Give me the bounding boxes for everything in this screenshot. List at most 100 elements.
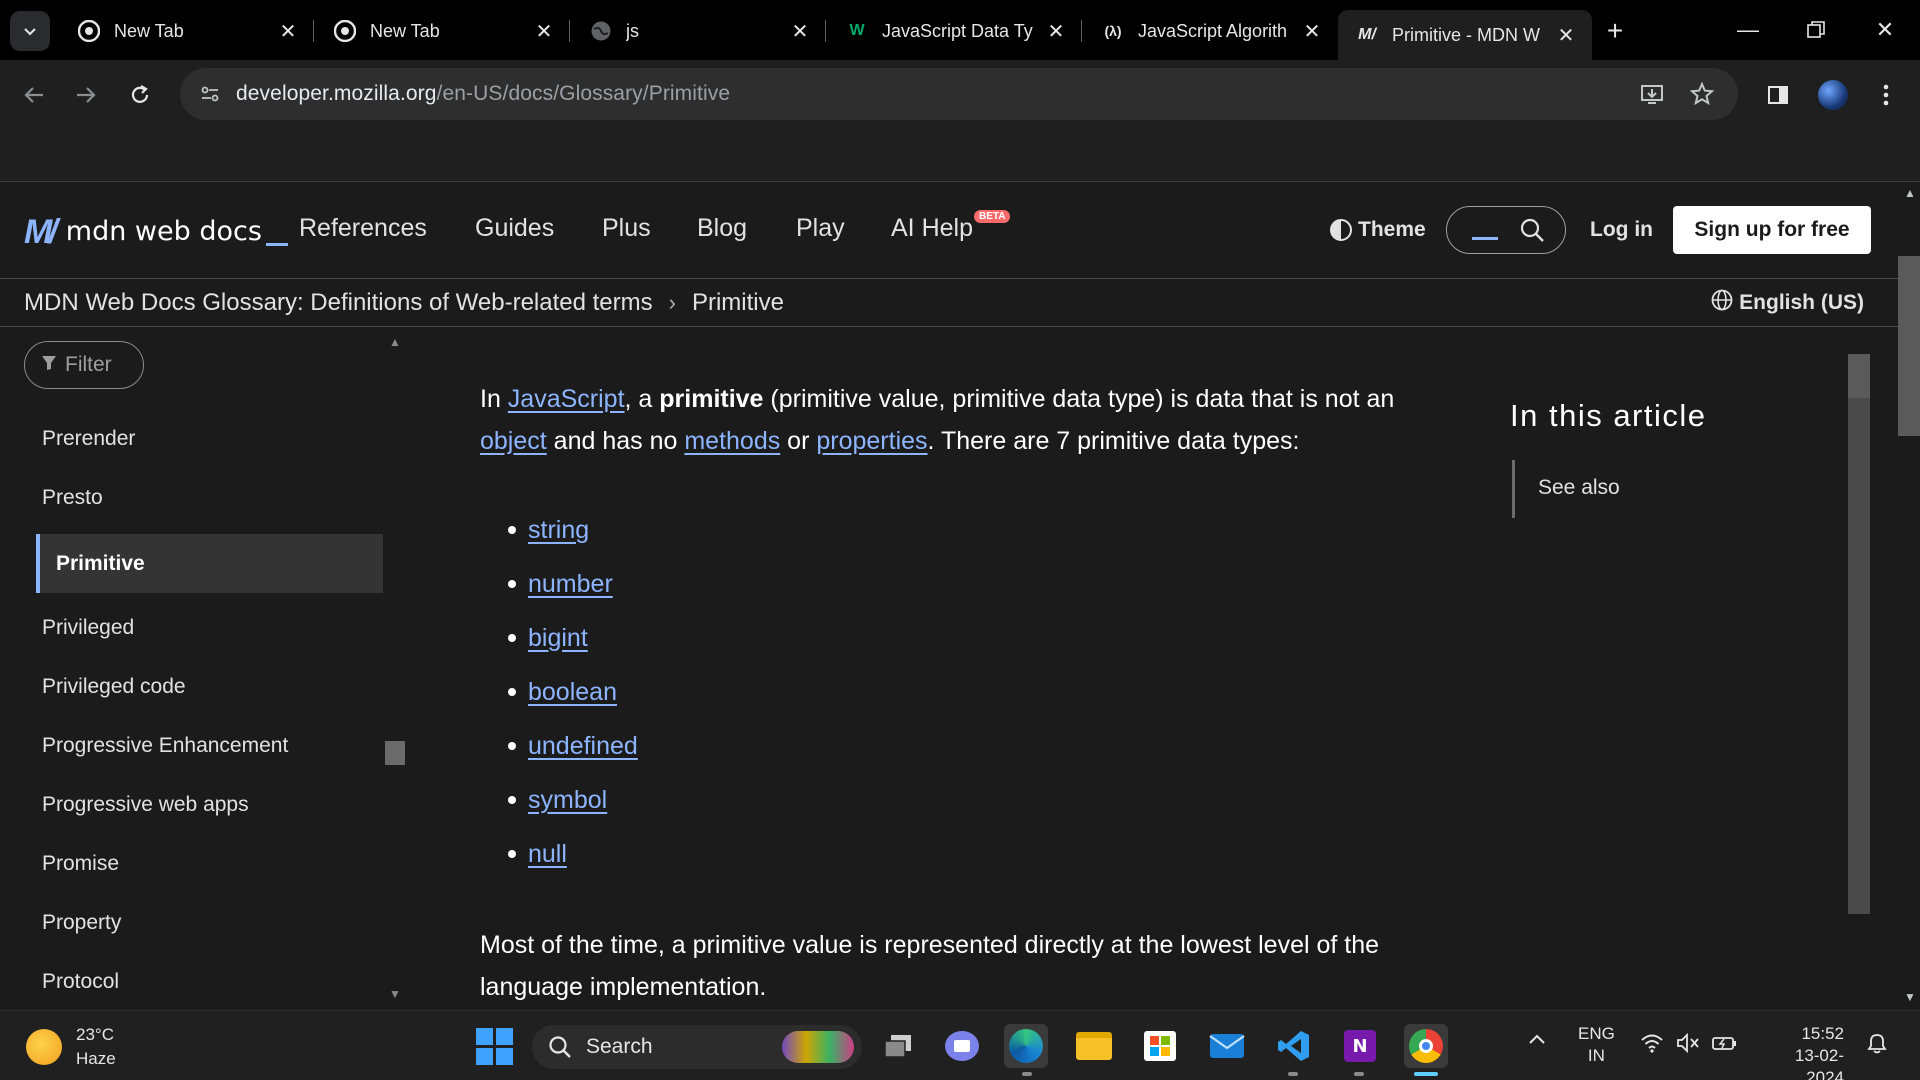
language-indicator[interactable]: ENG IN — [1578, 1023, 1615, 1067]
login-link[interactable]: Log in — [1590, 218, 1653, 242]
link-bigint[interactable]: bigint — [528, 617, 588, 659]
sidebar-item-progressive-enhancement[interactable]: Progressive Enhancement — [42, 734, 288, 758]
sidebar-item-privileged-code[interactable]: Privileged code — [42, 675, 186, 699]
sidebar-item-property[interactable]: Property — [42, 911, 121, 935]
wifi-icon[interactable] — [1640, 1033, 1664, 1058]
forward-button[interactable] — [66, 75, 106, 115]
back-button[interactable] — [14, 75, 54, 115]
link-number[interactable]: number — [528, 563, 613, 605]
text: Most of the time, a primitive value is r… — [480, 931, 1380, 959]
close-icon[interactable]: ✕ — [532, 19, 556, 43]
list-item: number — [480, 557, 638, 611]
bookmark-star-icon[interactable] — [1686, 78, 1718, 110]
link-object[interactable]: object — [480, 427, 547, 455]
install-app-icon[interactable] — [1636, 78, 1668, 110]
reload-button[interactable] — [120, 75, 160, 115]
close-icon[interactable]: ✕ — [1300, 19, 1324, 43]
new-tab-button[interactable]: + — [1598, 14, 1632, 48]
close-icon[interactable]: ✕ — [276, 19, 300, 43]
link-undefined[interactable]: undefined — [528, 725, 638, 767]
chevron-up-icon[interactable] — [1528, 1031, 1546, 1054]
content-scrollbar-track[interactable] — [1848, 354, 1870, 914]
tab-mdn-primitive[interactable]: M/ Primitive - MDN W ✕ — [1338, 10, 1592, 60]
nav-blog[interactable]: Blog — [697, 214, 747, 243]
chrome-taskbar-icon[interactable] — [1404, 1024, 1448, 1068]
side-panel-button[interactable] — [1758, 75, 1798, 115]
teams-chat-icon[interactable] — [940, 1024, 984, 1068]
tab-search-button[interactable] — [10, 11, 50, 51]
scroll-down-icon[interactable]: ▼ — [389, 987, 401, 1001]
intro-paragraph: In JavaScript, a primitive (primitive va… — [480, 378, 1440, 462]
breadcrumb-glossary[interactable]: MDN Web Docs Glossary: Definitions of We… — [24, 289, 653, 317]
battery-icon[interactable] — [1712, 1033, 1738, 1058]
file-explorer-icon[interactable] — [1072, 1024, 1116, 1068]
page-scroll-up-icon[interactable]: ▲ — [1904, 186, 1916, 200]
restore-button[interactable] — [1786, 8, 1846, 52]
address-bar[interactable]: developer.mozilla.org/en-US/docs/Glossar… — [180, 68, 1738, 120]
close-icon[interactable]: ✕ — [788, 19, 812, 43]
start-button[interactable] — [472, 1024, 516, 1068]
nav-ai-help[interactable]: AI Help — [891, 214, 973, 243]
w3-icon: W — [849, 22, 865, 39]
sidebar-scrollbar-thumb[interactable] — [385, 741, 405, 765]
close-window-button[interactable]: ✕ — [1855, 8, 1915, 52]
site-settings-icon[interactable] — [184, 68, 236, 120]
task-view-icon[interactable] — [876, 1024, 920, 1068]
sidebar-item-primitive[interactable]: Primitive — [36, 534, 383, 593]
mdn-logo[interactable]: M/ mdn web docs — [24, 215, 288, 249]
nav-guides[interactable]: Guides — [475, 214, 554, 243]
page-scrollbar-thumb[interactable] — [1898, 256, 1920, 436]
profile-avatar[interactable] — [1813, 75, 1853, 115]
minimize-button[interactable]: — — [1718, 8, 1778, 52]
language-switcher[interactable]: English (US) — [1711, 289, 1864, 317]
link-boolean[interactable]: boolean — [528, 671, 617, 713]
volume-muted-icon[interactable] — [1676, 1032, 1700, 1058]
search-input[interactable] — [1446, 206, 1566, 254]
scroll-up-icon[interactable]: ▲ — [389, 335, 401, 349]
signup-button[interactable]: Sign up for free — [1673, 206, 1871, 254]
sidebar-item-promise[interactable]: Promise — [42, 852, 119, 876]
close-icon[interactable]: ✕ — [1554, 23, 1578, 47]
tab-freecodecamp[interactable]: (λ) JavaScript Algorith ✕ — [1084, 10, 1338, 52]
sidebar-item-protocol[interactable]: Protocol — [42, 970, 119, 994]
chrome-menu-button[interactable] — [1866, 75, 1906, 115]
nav-play[interactable]: Play — [796, 214, 845, 243]
sidebar-item-progressive-web-apps[interactable]: Progressive web apps — [42, 793, 249, 817]
language-label: English (US) — [1739, 291, 1864, 314]
content-scrollbar-thumb[interactable] — [1848, 354, 1870, 398]
theme-button[interactable]: Theme — [1330, 218, 1426, 242]
tab-title: js — [626, 20, 639, 41]
link-properties[interactable]: properties — [816, 427, 927, 455]
tab-w3schools[interactable]: W JavaScript Data Ty ✕ — [828, 10, 1082, 52]
taskbar-search[interactable]: Search — [532, 1025, 862, 1069]
mdn-logo-text: mdn web docs — [65, 216, 262, 247]
toc-item-see-also[interactable]: See also — [1538, 476, 1620, 500]
breadcrumb-primitive[interactable]: Primitive — [692, 289, 784, 317]
sidebar-item-prerender[interactable]: Prerender — [42, 427, 135, 451]
link-string[interactable]: string — [528, 509, 589, 551]
theme-label: Theme — [1358, 218, 1426, 241]
tab-new-tab-1[interactable]: New Tab ✕ — [60, 10, 314, 52]
weather-widget[interactable]: 23°C Haze — [26, 1023, 116, 1071]
nav-plus[interactable]: Plus — [602, 214, 651, 243]
link-null[interactable]: null — [528, 833, 567, 875]
page-scroll-down-icon[interactable]: ▼ — [1904, 990, 1916, 1004]
filter-input[interactable]: Filter — [24, 341, 144, 389]
mail-icon[interactable] — [1205, 1024, 1249, 1068]
link-methods[interactable]: methods — [684, 427, 780, 455]
tab-js[interactable]: js ✕ — [572, 10, 826, 52]
notifications-icon[interactable] — [1866, 1033, 1888, 1060]
tab-new-tab-2[interactable]: New Tab ✕ — [316, 10, 570, 52]
microsoft-store-icon[interactable] — [1138, 1024, 1182, 1068]
edge-icon[interactable] — [1004, 1024, 1048, 1068]
close-icon[interactable]: ✕ — [1044, 19, 1068, 43]
temperature: 23°C — [76, 1025, 114, 1044]
sidebar-item-presto[interactable]: Presto — [42, 486, 103, 510]
onenote-icon[interactable]: N — [1338, 1024, 1382, 1068]
sidebar-item-privileged[interactable]: Privileged — [42, 616, 134, 640]
nav-references[interactable]: References — [299, 214, 427, 243]
link-symbol[interactable]: symbol — [528, 779, 607, 821]
link-javascript[interactable]: JavaScript — [508, 385, 625, 413]
vscode-icon[interactable] — [1272, 1024, 1316, 1068]
clock[interactable]: 15:52 13-02-2024 — [1762, 1023, 1844, 1080]
